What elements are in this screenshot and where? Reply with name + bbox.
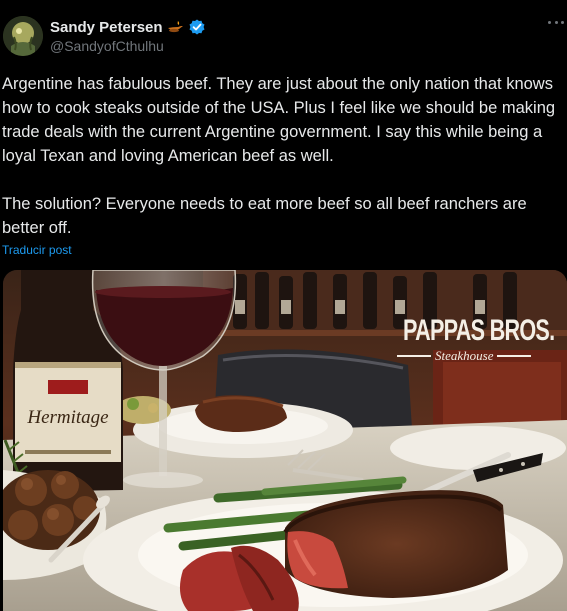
author-handle[interactable]: @SandyofCthulhu xyxy=(50,38,164,54)
post: Sandy Petersen @SandyofCthulhu Argentine… xyxy=(0,0,567,611)
restaurant-logo: PAPPAS BROS. Steakhouse xyxy=(397,314,563,364)
more-options-icon[interactable] xyxy=(548,14,564,30)
oil-lamp-icon xyxy=(167,20,185,34)
verified-badge-icon[interactable] xyxy=(189,19,205,35)
bottle-label-text: Hermitage xyxy=(26,407,108,428)
post-text: Argentine has fabulous beef. They are ju… xyxy=(2,75,556,237)
restaurant-logo-subtitle: Steakhouse xyxy=(435,348,494,363)
post-image[interactable]: Hermitage PAPPAS BROS. Steakhouse xyxy=(3,270,567,611)
author-display-name[interactable]: Sandy Petersen xyxy=(50,19,163,36)
translate-post-link[interactable]: Traducir post xyxy=(2,243,72,257)
avatar-image xyxy=(3,16,43,56)
avatar[interactable] xyxy=(3,16,43,56)
author-name-row[interactable]: Sandy Petersen xyxy=(50,17,205,37)
restaurant-logo-sub: Steakhouse xyxy=(397,348,563,364)
restaurant-logo-name: PAPPAS BROS. xyxy=(403,314,555,347)
